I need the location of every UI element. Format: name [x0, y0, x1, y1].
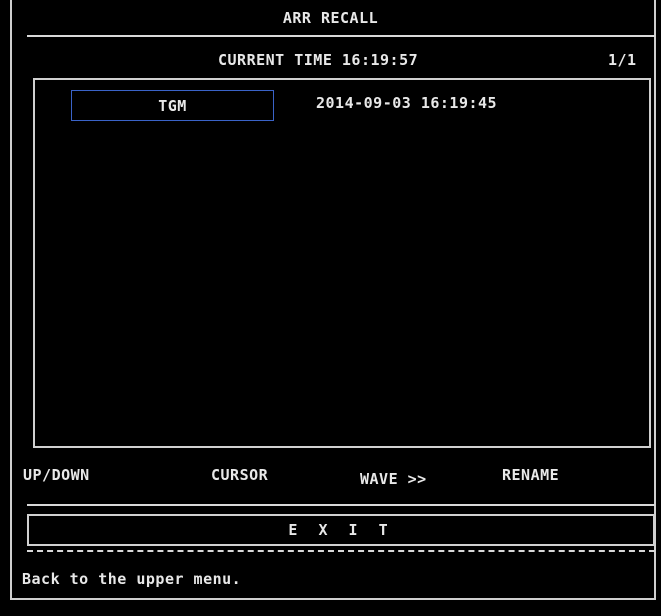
event-timestamp: 2014-09-03 16:19:45 [316, 94, 498, 112]
help-text: Back to the upper menu. [22, 570, 242, 588]
wave-button[interactable]: WAVE >> [360, 470, 427, 488]
help-divider [27, 550, 655, 552]
arrhythmia-event-list[interactable]: TGM 2014-09-03 16:19:45 [33, 78, 651, 448]
list-item[interactable]: TGM 2014-09-03 16:19:45 [35, 80, 649, 121]
dialog-title: ARR RECALL [282, 9, 379, 27]
current-time: CURRENT TIME 16:19:57 [218, 51, 419, 69]
cursor-button[interactable]: CURSOR [211, 466, 268, 484]
exit-button[interactable]: E X I T [27, 514, 655, 546]
page-indicator: 1/1 [608, 51, 637, 69]
rename-button[interactable]: RENAME [502, 466, 559, 484]
function-divider [27, 504, 655, 506]
title-divider [27, 35, 655, 37]
up-down-button[interactable]: UP/DOWN [23, 466, 90, 484]
event-name-cell[interactable]: TGM [71, 90, 274, 121]
